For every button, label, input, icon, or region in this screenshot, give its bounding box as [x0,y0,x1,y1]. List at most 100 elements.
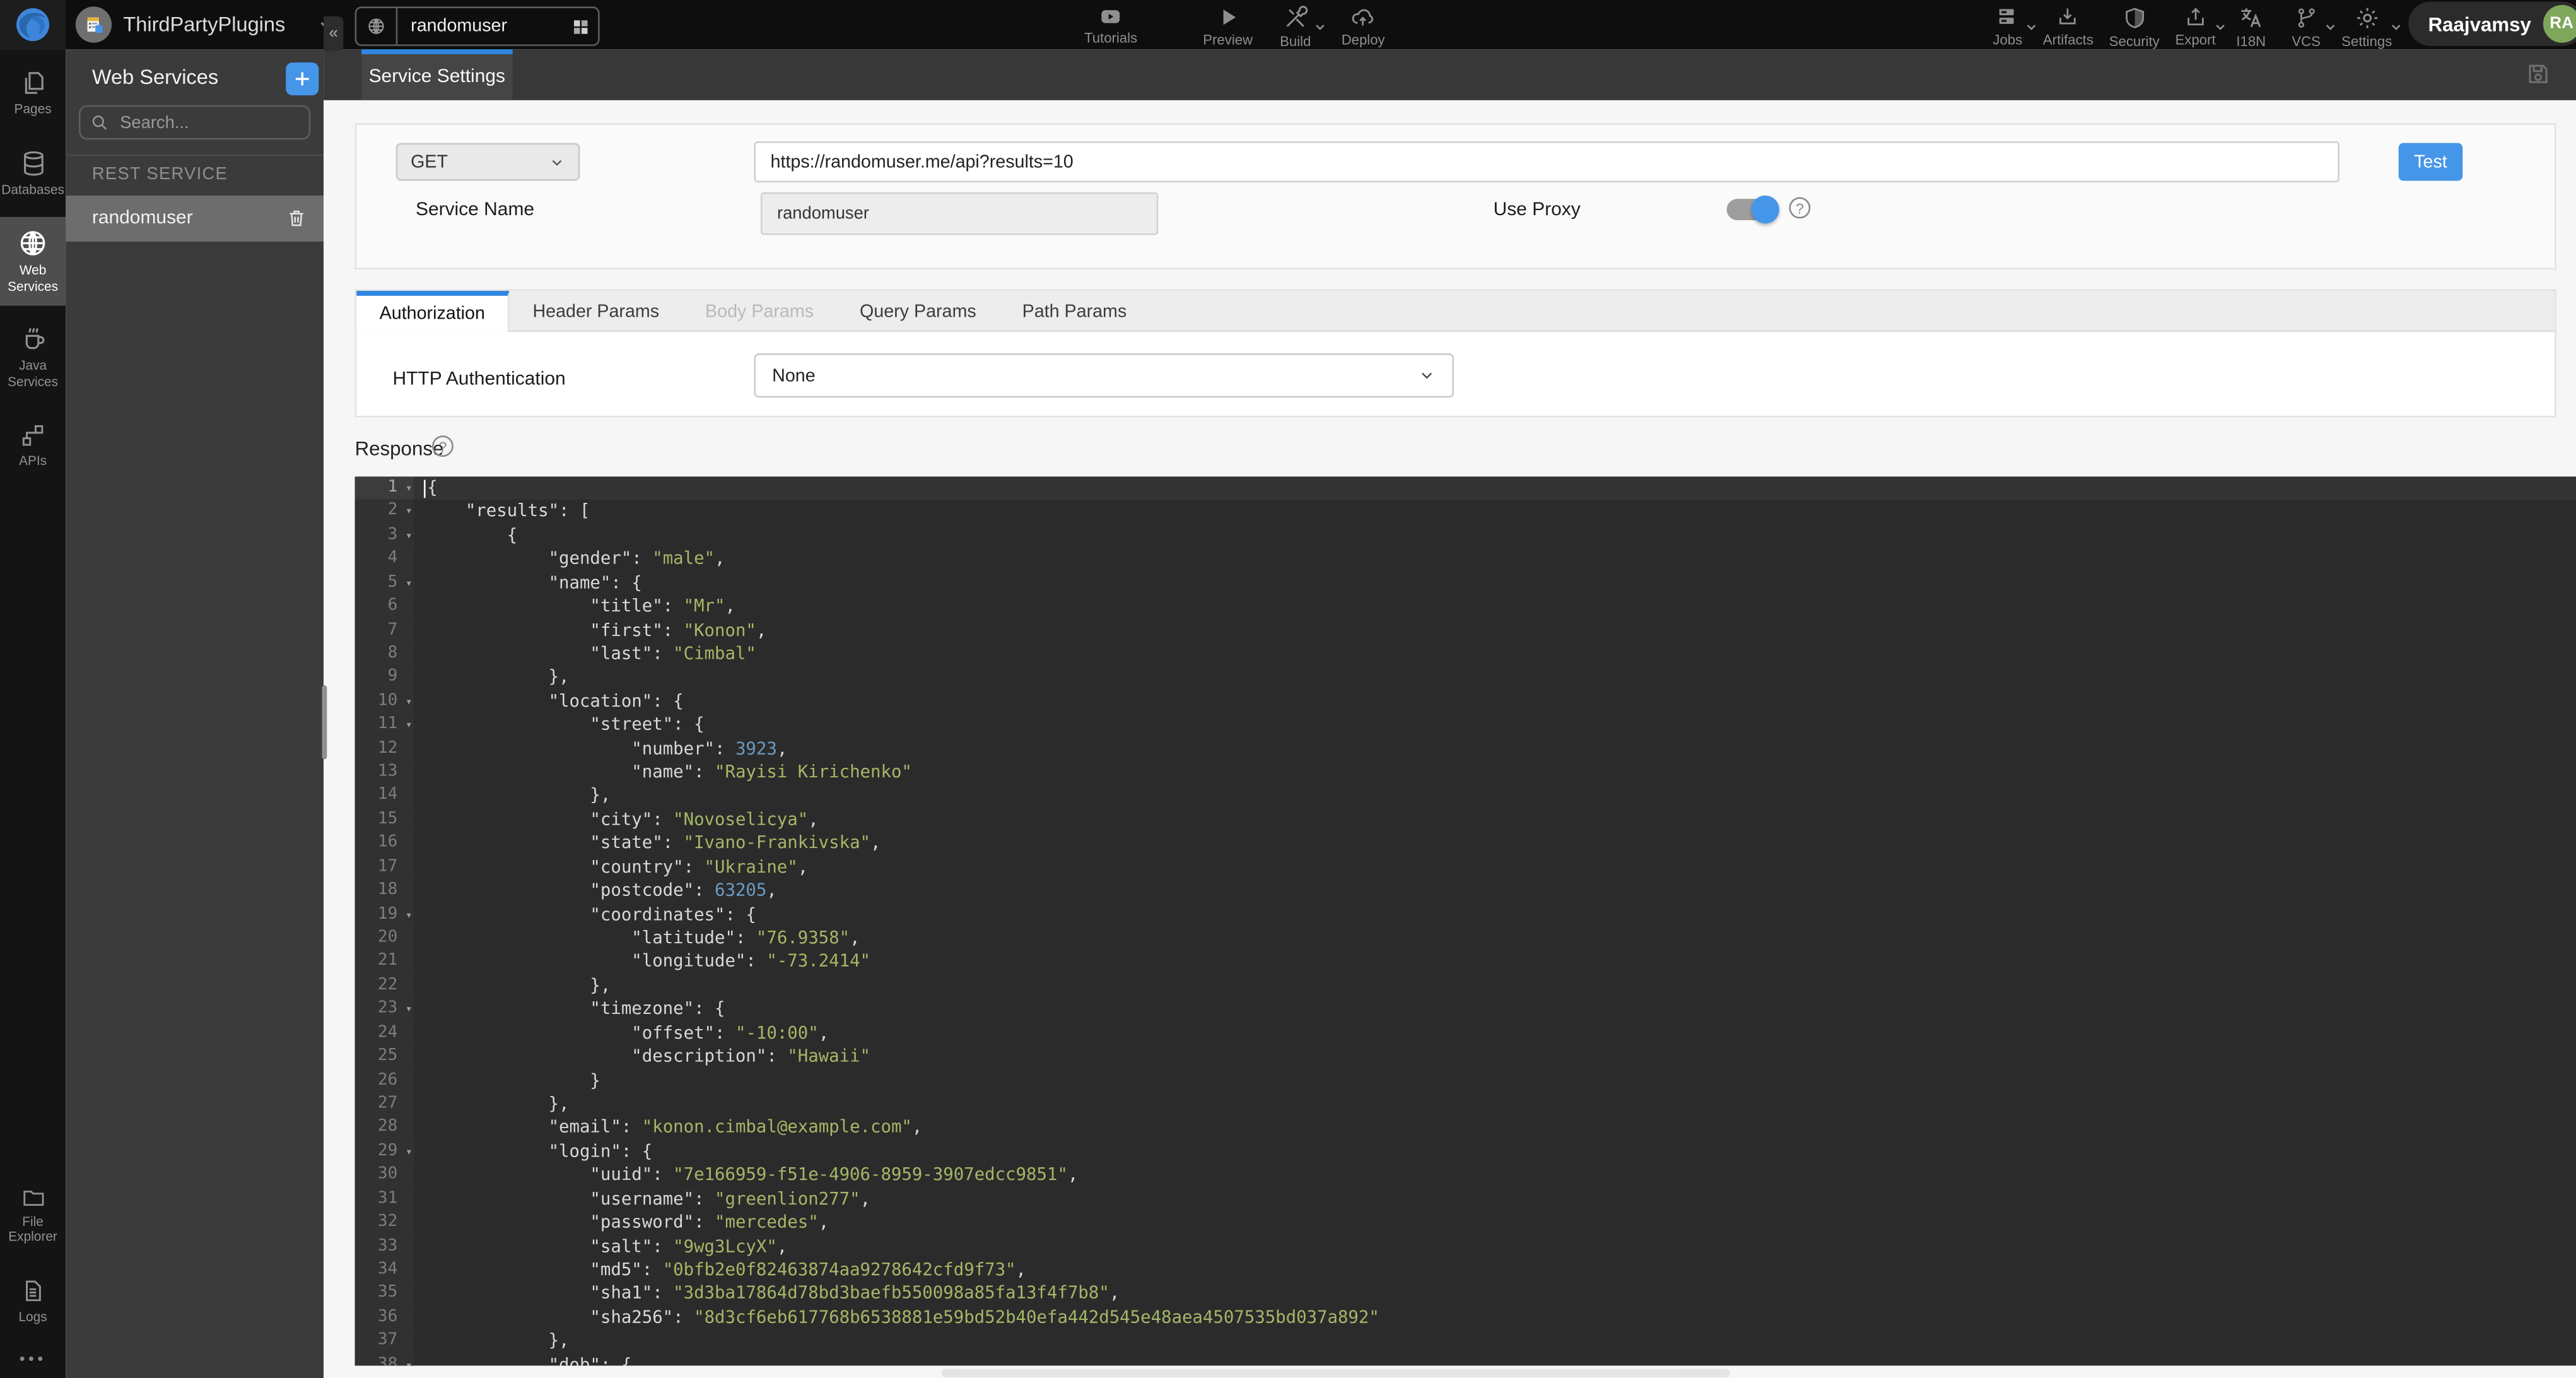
save-icon[interactable] [2525,61,2551,87]
topbar-deploy-button[interactable]: Deploy [1342,5,1385,48]
panel-resize-handle[interactable] [321,685,326,759]
code-line[interactable]: 25 "description": "Hawaii" [355,1045,2576,1069]
code-line[interactable]: 15 "city": "Novoselicya", [355,808,2576,832]
code-line[interactable]: 27 }, [355,1093,2576,1117]
use-proxy-toggle[interactable] [1726,199,1776,220]
code-line[interactable]: 18 "postcode": 63205, [355,880,2576,904]
fold-arrow-icon[interactable]: ▾ [406,690,413,714]
method-select[interactable]: GET [396,143,580,181]
code-line[interactable]: 11▾ "street": { [355,714,2576,738]
tab-path-params[interactable]: Path Params [999,291,1150,332]
code-line[interactable]: 26 } [355,1069,2576,1093]
code-line[interactable]: 2▾ "results": [ [355,500,2576,524]
search-input[interactable] [117,111,299,134]
trash-icon[interactable] [286,207,307,230]
sidebar-more-button[interactable]: ••• [0,1337,66,1378]
code-line[interactable]: 7 "first": "Konon", [355,619,2576,643]
code-text: "postcode": 63205, [414,880,776,904]
sidebar-item-java-services[interactable]: Java Services [0,314,66,402]
code-line[interactable]: 37 }, [355,1330,2576,1354]
add-service-button[interactable] [286,62,319,95]
code-line[interactable]: 28 "email": "konon.cimbal@example.com", [355,1117,2576,1141]
service-name-input[interactable] [761,192,1158,235]
horizontal-scrollbar[interactable] [941,1369,1730,1377]
main-area: Service Settings GET Test Service Name U… [324,49,2576,1378]
code-line[interactable]: 33 "salt": "9wg3LcyX", [355,1235,2576,1259]
fold-arrow-icon[interactable]: ▾ [406,998,413,1022]
service-list-item[interactable]: randomuser [66,196,324,242]
code-line[interactable]: 23▾ "timezone": { [355,998,2576,1022]
code-line[interactable]: 9 }, [355,666,2576,690]
sidebar-item-file-explorer[interactable]: File Explorer [0,1173,66,1257]
code-line[interactable]: 30 "uuid": "7e166959-f51e-4906-8959-3907… [355,1164,2576,1188]
code-line[interactable]: 32 "password": "mercedes", [355,1211,2576,1235]
topbar-i18n-button[interactable]: I18N [2232,5,2271,49]
tab-query-params[interactable]: Query Params [837,291,1000,332]
response-help-icon[interactable]: ? [432,435,454,457]
code-line[interactable]: 38▾ "dob": { [355,1353,2576,1365]
code-line[interactable]: 13 "name": "Rayisi Kirichenko" [355,761,2576,785]
code-line[interactable]: 21 "longitude": "-73.2414" [355,951,2576,975]
topbar-vcs-button[interactable]: VCS [2286,5,2326,49]
tab-authorization[interactable]: Authorization [356,291,510,332]
code-line[interactable]: 14 }, [355,785,2576,809]
code-line[interactable]: 36 "sha256": "8d3cf6eb617768b6538881e59b… [355,1306,2576,1330]
topbar-security-button[interactable]: Security [2109,5,2160,49]
code-line[interactable]: 3▾ { [355,524,2576,548]
fold-arrow-icon[interactable]: ▾ [406,500,413,524]
code-line[interactable]: 31 "username": "greenlion277", [355,1187,2576,1211]
line-number: 32 [355,1211,414,1235]
tab-header-params[interactable]: Header Params [510,291,682,332]
code-line[interactable]: 22 }, [355,974,2576,998]
grid-icon[interactable] [562,17,598,35]
topbar-build-button[interactable]: Build [1276,5,1316,49]
user-menu[interactable]: Raajvamsy RA [2408,2,2576,46]
topbar-tutorials-button[interactable]: Tutorials [1084,5,1137,46]
code-line[interactable]: 29▾ "login": { [355,1140,2576,1164]
code-line[interactable]: 17 "country": "Ukraine", [355,856,2576,880]
code-line[interactable]: 8 "last": "Cimbal" [355,642,2576,666]
fold-arrow-icon[interactable]: ▾ [406,903,413,927]
code-line[interactable]: 4 "gender": "male", [355,548,2576,572]
sidebar-item-apis[interactable]: APIs [0,410,66,480]
code-line[interactable]: 12 "number": 3923, [355,738,2576,762]
service-search[interactable] [79,105,310,140]
topbar-jobs-button[interactable]: Jobs [1988,5,2028,48]
code-line[interactable]: 1▾{ [355,476,2576,500]
brand-logo[interactable] [0,0,66,49]
code-line[interactable]: 35 "sha1": "3d3ba17864d78bd3baefb550098a… [355,1282,2576,1306]
sidebar-item-databases[interactable]: Databases [0,138,66,209]
topbar-preview-button[interactable]: Preview [1203,5,1253,48]
topbar-artifacts-button[interactable]: Artifacts [2043,5,2093,48]
fold-arrow-icon[interactable]: ▾ [406,476,413,500]
fold-arrow-icon[interactable]: ▾ [406,1140,413,1164]
code-line[interactable]: 20 "latitude": "76.9358", [355,927,2576,951]
topbar-settings-button[interactable]: Settings [2341,5,2392,49]
code-text: "offset": "-10:00", [414,1022,829,1045]
code-text: "uuid": "7e166959-f51e-4906-8959-3907edc… [414,1164,1078,1188]
code-line[interactable]: 19▾ "coordinates": { [355,903,2576,927]
test-button[interactable]: Test [2399,143,2463,181]
code-line[interactable]: 24 "offset": "-10:00", [355,1022,2576,1045]
http-authentication-select[interactable]: None [754,353,1455,398]
fold-arrow-icon[interactable]: ▾ [406,714,413,738]
code-line[interactable]: 16 "state": "Ivano-Frankivska", [355,832,2576,856]
collapse-panel-button[interactable]: « [324,16,343,51]
fold-arrow-icon[interactable]: ▾ [406,524,413,548]
proxy-help-icon[interactable]: ? [1789,197,1810,219]
code-line[interactable]: 6 "title": "Mr", [355,595,2576,619]
fold-arrow-icon[interactable]: ▾ [406,572,413,596]
url-input[interactable] [754,141,2339,182]
tab-service-settings[interactable]: Service Settings [361,49,513,100]
sidebar-item-logs[interactable]: Logs [0,1266,66,1338]
open-service-tab[interactable]: randomuser [355,6,600,46]
sidebar-item-web-services[interactable]: Web Services [0,217,66,306]
fold-arrow-icon[interactable]: ▾ [406,1353,413,1365]
code-line[interactable]: 10▾ "location": { [355,690,2576,714]
sidebar-item-pages[interactable]: Pages [0,57,66,129]
app-selector[interactable]: ThirdPartyPlugins [76,0,338,49]
code-line[interactable]: 5▾ "name": { [355,572,2576,596]
response-code-editor[interactable]: 1▾{2▾ "results": [3▾ {4 "gender": "male"… [355,476,2576,1365]
topbar-export-button[interactable]: Export [2175,5,2216,48]
code-line[interactable]: 34 "md5": "0bfb2e0f82463874aa9278642cfd9… [355,1259,2576,1283]
